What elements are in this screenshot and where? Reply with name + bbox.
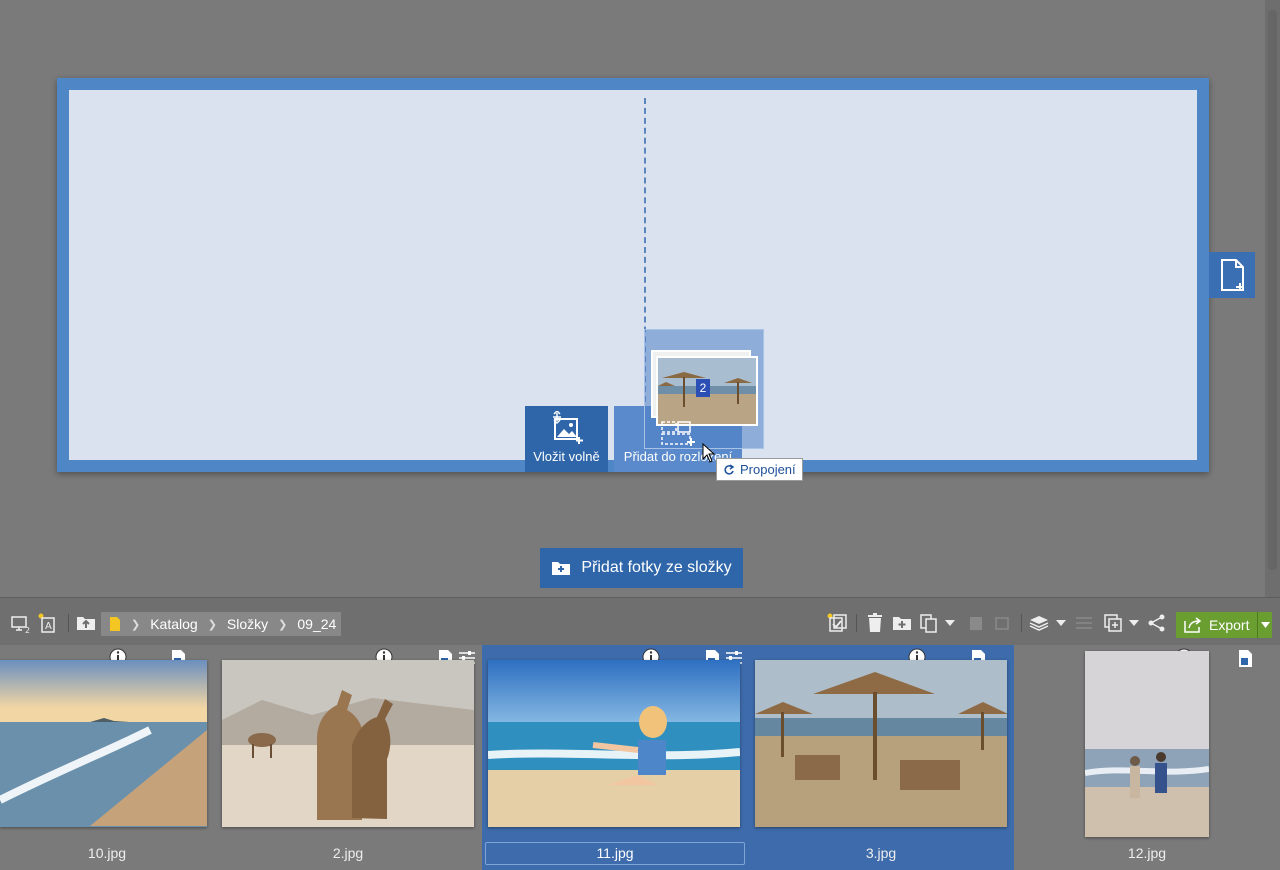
thumbnail-image-child-beach[interactable] [488,660,740,827]
thumbnail-item[interactable]: 12.jpg [1014,645,1280,870]
export-label: Export [1209,617,1250,633]
copy-dropdown-chevron-icon[interactable] [943,612,957,634]
trash-icon[interactable] [864,612,886,634]
toolbar-separator [856,614,857,632]
rename-disabled-icon [991,612,1013,634]
breadcrumb-catalog[interactable]: Katalog [150,616,197,632]
folder-icon [110,617,120,631]
add-layout-icon [661,421,695,446]
export-button[interactable]: Export [1176,612,1272,638]
layout-icon[interactable]: 2 [10,612,32,634]
export-icon [1184,617,1202,633]
folder-add-icon [552,562,571,575]
thumbnail-item[interactable]: 2.jpg [214,645,482,870]
link-icon [724,463,735,475]
batch-icon[interactable] [1102,612,1124,634]
folder-plus-icon[interactable] [891,612,913,634]
filmstrip: 10.jpg 2.jpg 11.jpg 3.jpg 12.jpg [0,645,1280,870]
thumbnail-image-beach-sunset[interactable] [0,660,207,827]
thumbnail-item-selected[interactable]: 11.jpg [482,645,748,870]
adjust-disabled-icon [1073,612,1095,634]
share-icon[interactable] [1146,612,1168,634]
scrollbar-thumb[interactable] [1268,10,1277,570]
thumbnail-item-selected[interactable]: 3.jpg [748,645,1014,870]
add-page-button[interactable] [1209,252,1255,298]
file-icon [1239,650,1252,667]
insert-freely-label: Vložit volně [533,449,600,464]
link-tooltip-text: Propojení [740,462,796,477]
select-check-icon[interactable] [826,612,848,634]
export-dropdown-chevron-icon[interactable] [1258,622,1272,628]
stack-dropdown-chevron-icon[interactable] [1054,612,1068,634]
breadcrumb-current-folder[interactable]: 09_24 [297,616,336,632]
thumbnail-filename: 2.jpg [332,845,364,861]
vertical-scrollbar[interactable] [1265,0,1280,597]
rotate-disabled-icon [965,612,987,634]
copy-icon[interactable] [919,612,941,634]
stack-icon[interactable] [1028,612,1050,634]
thumbnail-filename: 10.jpg [87,845,127,861]
thumbnail-item[interactable]: 10.jpg [0,645,214,870]
thumbnail-image-camels[interactable] [222,660,474,827]
drag-count-badge: 2 [696,379,710,397]
breadcrumb-folders[interactable]: Složky [227,616,268,632]
thumbnail-filename-focused[interactable]: 11.jpg [485,842,745,865]
svg-text:A: A [45,621,52,632]
batch-dropdown-chevron-icon[interactable] [1127,612,1141,634]
breadcrumb: ❯ Katalog ❯ Složky ❯ 09_24 [101,612,341,636]
add-photos-from-folder-label: Přidat fotky ze složky [581,559,732,576]
toolbar-separator [68,614,69,632]
thumbnail-image-beach-umbrellas[interactable] [755,660,1007,827]
folder-up-icon[interactable] [75,612,97,634]
thumbnail-filename: 12.jpg [1127,845,1167,861]
image-move-icon [552,411,583,444]
text-image-icon[interactable]: A [36,612,58,634]
insert-freely-dropzone[interactable]: Vložit volně [525,406,608,472]
add-page-icon [1221,259,1244,291]
mouse-cursor-icon [702,442,716,468]
link-tooltip: Propojení [716,458,803,481]
svg-text:2: 2 [25,626,30,634]
filmstrip-toolbar: 2 A ❯ Katalog ❯ Složky ❯ 09_24 Export [0,597,1280,646]
toolbar-separator [1021,614,1022,632]
breadcrumb-separator: ❯ [131,618,141,631]
add-photos-from-folder-button[interactable]: Přidat fotky ze složky [540,548,743,588]
thumbnail-filename: 3.jpg [865,845,897,861]
breadcrumb-separator: ❯ [278,618,288,631]
spread-page-area[interactable] [69,90,1197,460]
breadcrumb-separator: ❯ [207,618,217,631]
thumbnail-image-couple-beach[interactable] [1085,651,1209,837]
